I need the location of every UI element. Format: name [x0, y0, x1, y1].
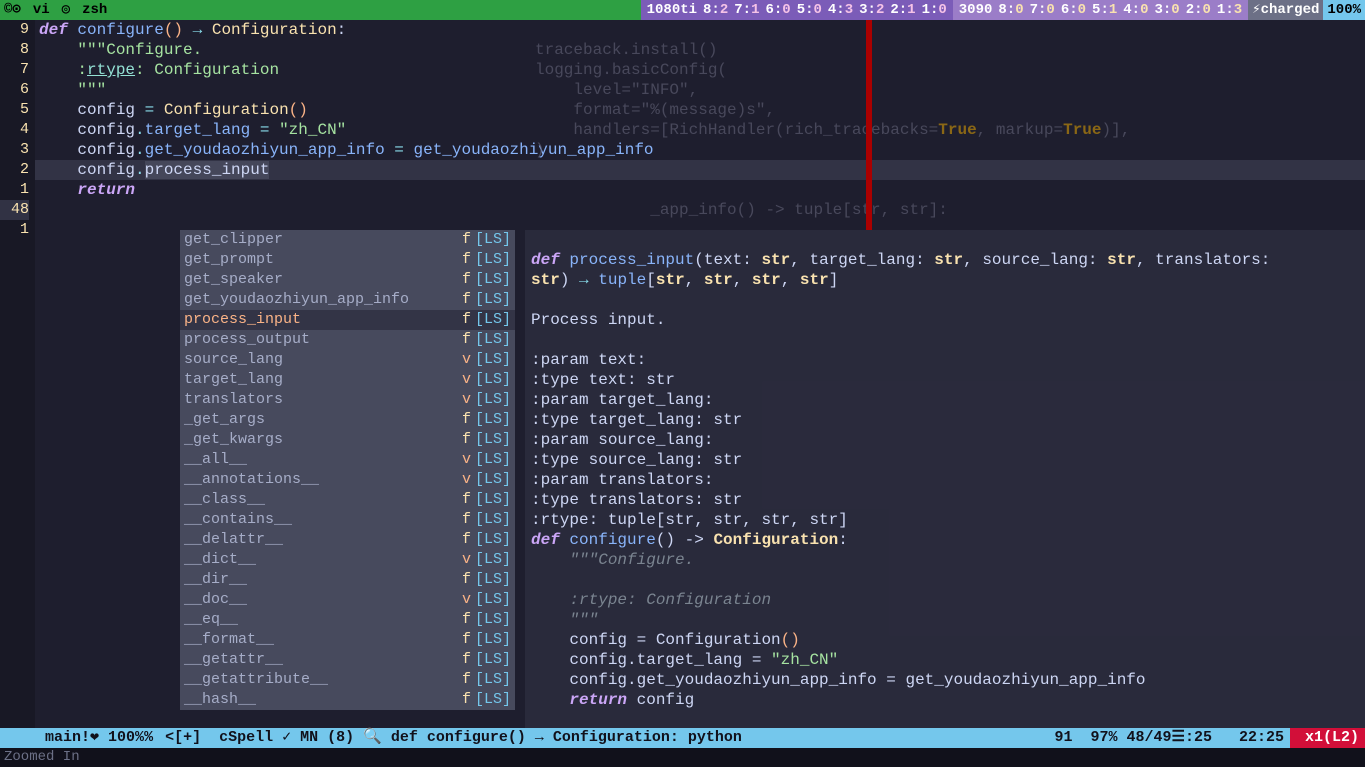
- completion-item[interactable]: __dict__v[LS]: [180, 550, 515, 570]
- completion-item[interactable]: _get_kwargsf[LS]: [180, 430, 515, 450]
- editor-area[interactable]: 9 8 7 6 5 4 3 2 1 48 1 traceback.install…: [0, 20, 1365, 728]
- completion-item[interactable]: __getattribute__f[LS]: [180, 670, 515, 690]
- completion-item[interactable]: translatorsv[LS]: [180, 390, 515, 410]
- battery-pct: 100%: [1323, 0, 1365, 20]
- completion-item[interactable]: source_langv[LS]: [180, 350, 515, 370]
- completion-item[interactable]: target_langv[LS]: [180, 370, 515, 390]
- completion-item[interactable]: __eq__f[LS]: [180, 610, 515, 630]
- completion-item[interactable]: __contains__f[LS]: [180, 510, 515, 530]
- gpu1-status: 1080ti 8:2 7:1 6:0 5:0 4:3 3:2 2:1 1:0: [641, 0, 953, 20]
- completion-item[interactable]: __class__f[LS]: [180, 490, 515, 510]
- zoom-indicator: Zoomed In: [0, 748, 1365, 767]
- completion-item[interactable]: process_outputf[LS]: [180, 330, 515, 350]
- completion-item[interactable]: get_youdaozhiyun_app_infof[LS]: [180, 290, 515, 310]
- completion-item[interactable]: __format__f[LS]: [180, 630, 515, 650]
- completion-item[interactable]: get_promptf[LS]: [180, 250, 515, 270]
- documentation-panel: def process_input(text: str, target_lang…: [525, 230, 1365, 728]
- code-buffer[interactable]: traceback.install() logging.basicConfig(…: [35, 20, 1365, 728]
- completion-item[interactable]: process_inputf[LS]: [180, 310, 515, 330]
- completion-item[interactable]: __dir__f[LS]: [180, 570, 515, 590]
- completion-item[interactable]: __all__v[LS]: [180, 450, 515, 470]
- line-gutter: 9 8 7 6 5 4 3 2 1 48 1: [0, 20, 35, 728]
- background-merge-code: traceback.install() logging.basicConfig(…: [535, 20, 1365, 240]
- winbar: <[+] cSpell ✓ MN (8) 🔍 def configure() →…: [159, 728, 1048, 748]
- completion-item[interactable]: __annotations__v[LS]: [180, 470, 515, 490]
- completion-item[interactable]: get_speakerf[LS]: [180, 270, 515, 290]
- mode-indicator: [0, 728, 30, 748]
- completion-item[interactable]: __doc__v[LS]: [180, 590, 515, 610]
- git-branch: main!❤ 100%%: [30, 728, 159, 748]
- merge-conflict-bar: [866, 20, 872, 230]
- completion-item[interactable]: _get_argsf[LS]: [180, 410, 515, 430]
- completion-item[interactable]: __getattr__f[LS]: [180, 650, 515, 670]
- cursor-position: 91 97% 48/49☰:25 22:25: [1049, 728, 1290, 748]
- charge-status: ⚡charged: [1248, 0, 1323, 20]
- tmux-tabs[interactable]: ©⊙ vi ◎ zsh: [0, 0, 119, 20]
- status-bar: main!❤ 100%% <[+] cSpell ✓ MN (8) 🔍 def …: [0, 728, 1365, 748]
- diagnostics-count[interactable]: x1(L2): [1290, 728, 1365, 748]
- top-status-bar: ©⊙ vi ◎ zsh 1080ti 8:2 7:1 6:0 5:0 4:3 3…: [0, 0, 1365, 20]
- autocomplete-popup[interactable]: get_clipperf[LS]get_promptf[LS]get_speak…: [180, 230, 515, 710]
- completion-item[interactable]: get_clipperf[LS]: [180, 230, 515, 250]
- gpu2-status: 3090 8:0 7:0 6:0 5:1 4:0 3:0 2:0 1:3: [953, 0, 1248, 20]
- completion-item[interactable]: __hash__f[LS]: [180, 690, 515, 710]
- completion-item[interactable]: __delattr__f[LS]: [180, 530, 515, 550]
